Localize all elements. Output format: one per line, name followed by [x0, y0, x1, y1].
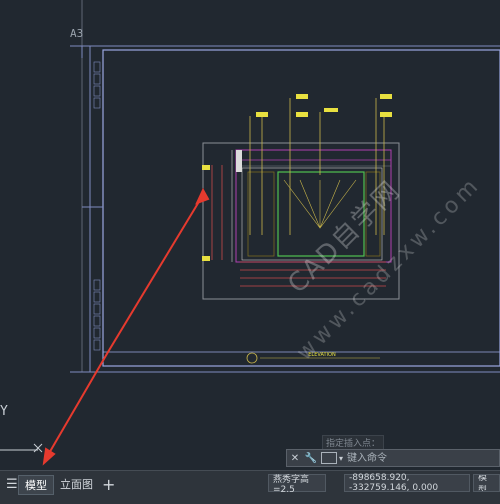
tab-model[interactable]: 模型: [18, 475, 54, 495]
drawing-canvas[interactable]: ELEVATION: [0, 0, 500, 470]
annotation-arrows: [42, 187, 210, 466]
model-space-toggle[interactable]: 模型: [473, 474, 500, 492]
close-icon[interactable]: ✕: [287, 453, 303, 464]
command-input[interactable]: [345, 451, 490, 465]
text-height-button[interactable]: 燕秀字高=2.5: [268, 474, 326, 495]
drawing-title: ELEVATION: [308, 352, 336, 358]
command-prompt-tip: 指定插入点：: [322, 435, 385, 450]
elevation-drawing: [202, 142, 400, 300]
command-line[interactable]: ✕ 🔧 ▾: [286, 449, 500, 467]
ucs-y-label: Y: [0, 404, 8, 419]
ucs-icon: [0, 443, 43, 453]
command-history-icon[interactable]: [321, 452, 337, 464]
status-bar: ☰ 模型 立面图 + 燕秀字高=2.5 -898658.920, -332759…: [0, 470, 500, 504]
sheet-frame: [70, 0, 500, 373]
tab-elevation-layout[interactable]: 立面图: [54, 475, 99, 493]
wrench-icon[interactable]: 🔧: [303, 453, 319, 464]
cursor-coordinates: -898658.920, -332759.146, 0.000: [344, 473, 470, 493]
elevation-title: ELEVATION: [246, 352, 380, 364]
sheet-size-label: A3: [70, 27, 84, 40]
chevron-down-icon[interactable]: ▾: [339, 454, 343, 463]
add-layout-button[interactable]: +: [96, 475, 121, 494]
margin-tags: [93, 61, 101, 351]
